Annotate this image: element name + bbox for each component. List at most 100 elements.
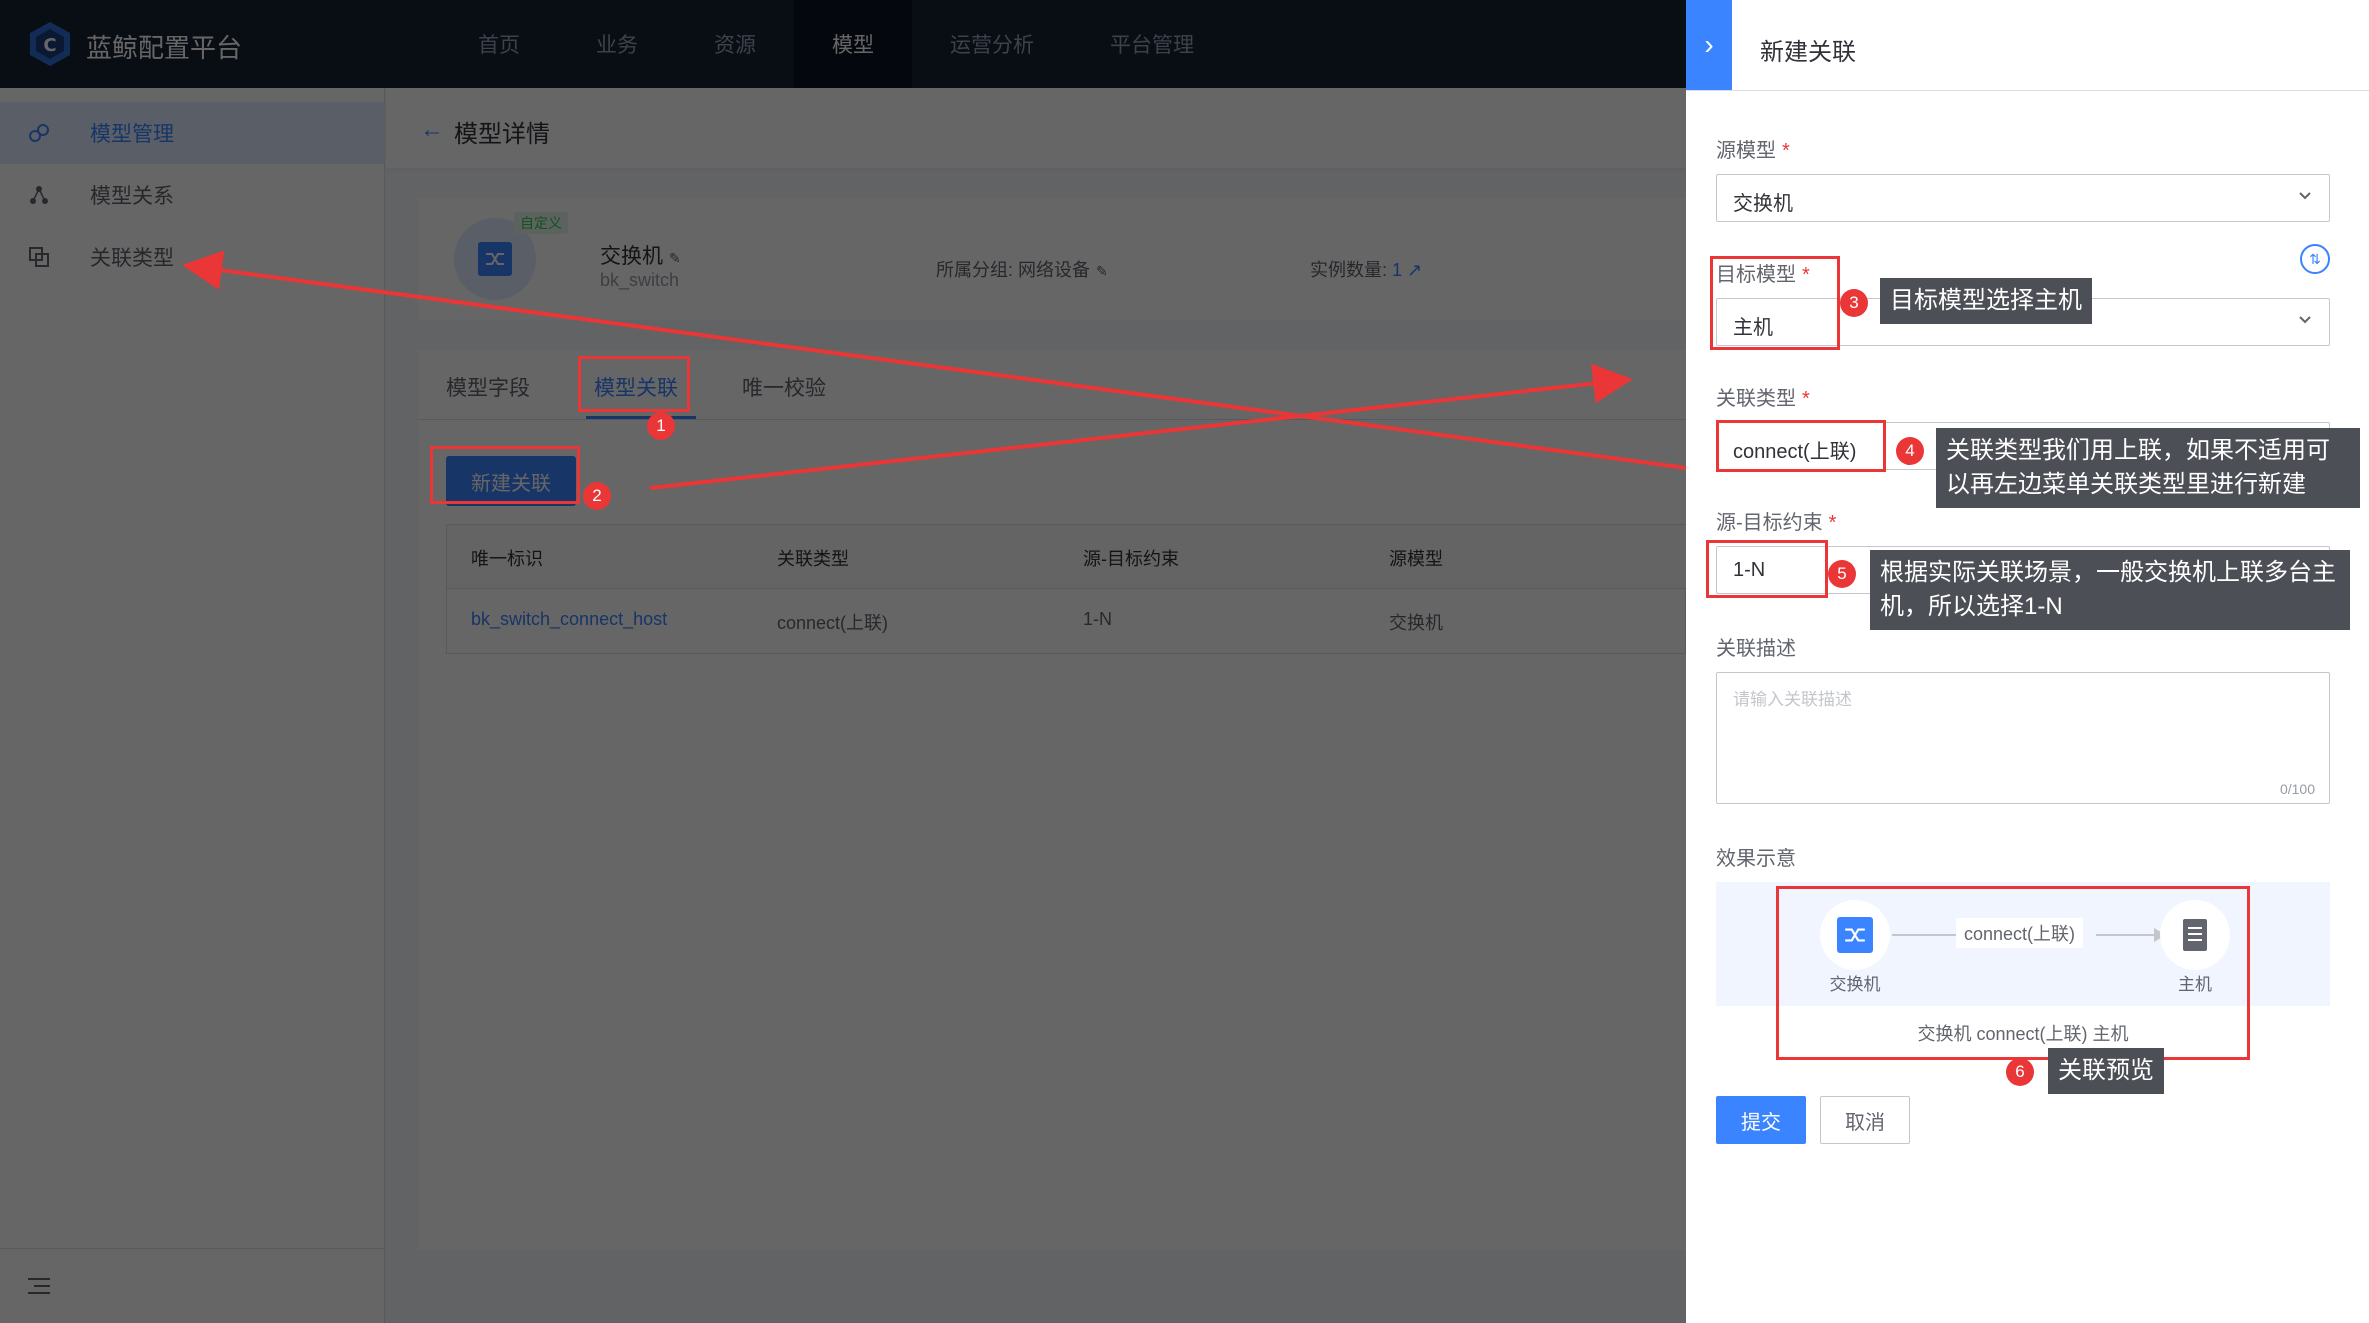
main-content: ← 模型详情 自定义 交换机 ✎ bk_switch 所属分组: 网络设备 ✎ 实例…: [386, 88, 1687, 1323]
tab-model-association[interactable]: 模型关联: [594, 372, 678, 402]
sidebar-item-association-type[interactable]: 关联类型: [0, 226, 385, 288]
sidebar-footer: [0, 1248, 385, 1323]
source-model-value: 交换机: [1733, 193, 1793, 215]
cancel-button[interactable]: 取消: [1820, 1096, 1910, 1144]
collapse-menu-icon[interactable]: [28, 1277, 50, 1295]
nav-analysis[interactable]: 运营分析: [912, 0, 1072, 88]
nav-home[interactable]: 首页: [440, 0, 558, 88]
preview-label: 效果示意: [1716, 848, 1796, 870]
association-table: 唯一标识 关联类型 源-目标约束 源模型 bk_switch_connect_h…: [446, 524, 1687, 654]
target-model-label-text: 目标模型: [1716, 264, 1796, 286]
annotation-tip-4: 关联类型我们用上联，如果不适用可以再左边菜单关联类型里进行新建: [1936, 428, 2360, 508]
tabs: 模型字段 模型关联 唯一校验: [418, 350, 1686, 420]
source-model-label-text: 源模型: [1716, 140, 1776, 162]
model-info-card: 自定义 交换机 ✎ bk_switch 所属分组: 网络设备 ✎ 实例数量: 1 ↗: [418, 198, 1686, 320]
switch-icon: [1837, 917, 1873, 953]
panel-title: 新建关联: [1760, 39, 1856, 66]
group-value: 网络设备: [1018, 260, 1091, 280]
source-model-select[interactable]: 交换机: [1716, 174, 2330, 222]
association-preview: 交换机 connect(上联) 主机: [1716, 882, 2330, 1006]
back-arrow-icon[interactable]: ←: [420, 116, 444, 144]
nav-platform[interactable]: 平台管理: [1072, 0, 1232, 88]
annotation-tip-3: 目标模型选择主机: [1880, 278, 2092, 324]
main-nav: 首页 业务 资源 模型 运营分析 平台管理: [440, 0, 1232, 88]
preview-caption: 交换机 connect(上联) 主机: [1917, 1024, 2129, 1044]
submit-button[interactable]: 提交: [1716, 1096, 1806, 1144]
constraint-label-text: 源-目标约束: [1716, 512, 1823, 534]
model-id: bk_switch: [600, 270, 680, 290]
panel-divider: [1686, 90, 2369, 91]
page-title: 模型详情: [454, 121, 550, 148]
brand-name: 蓝鲸配置平台: [86, 33, 243, 63]
tab-model-fields[interactable]: 模型字段: [446, 372, 530, 402]
sidebar: 模型管理 模型关系 关联类型: [0, 88, 385, 1323]
preview-source-node: [1820, 900, 1890, 970]
sidebar-item-label: 模型管理: [90, 123, 174, 146]
annotation-badge-5: 5: [1828, 560, 1856, 588]
table-cell-source: 交换机: [1389, 613, 1443, 633]
instance-count: 实例数量: 1 ↗: [1310, 256, 1422, 282]
custom-badge: 自定义: [514, 212, 568, 234]
page-header: ← 模型详情: [386, 88, 1686, 168]
chevron-down-icon: [2299, 192, 2311, 200]
nav-business[interactable]: 业务: [558, 0, 676, 88]
preview-source-name: 交换机: [1829, 975, 1881, 994]
tab-card: 模型字段 模型关联 唯一校验 新建关联 唯一标识 关联类型 源-目标约束 源模型…: [418, 350, 1687, 1250]
model-name-text: 交换机: [600, 245, 663, 268]
chevron-down-icon: [2299, 316, 2311, 324]
sidebar-item-label: 模型关系: [90, 185, 174, 208]
table-cell-type: connect(上联): [777, 613, 889, 633]
cmdb-logo-icon: C: [30, 22, 70, 66]
column-header: 源模型: [1389, 549, 1443, 569]
group-label: 所属分组:: [936, 260, 1014, 280]
preview-relation: connect(上联): [1956, 918, 2084, 948]
preview-target-node: [2160, 900, 2230, 970]
table-header: 唯一标识 关联类型 源-目标约束 源模型: [447, 525, 1687, 589]
swap-icon[interactable]: ⇅: [2300, 244, 2330, 274]
preview-line: [2096, 934, 2158, 936]
sidebar-item-model-relation[interactable]: 模型关系: [0, 164, 385, 226]
annotation-badge-6: 6: [2006, 1058, 2034, 1086]
sidebar-item-label: 关联类型: [90, 247, 174, 270]
required-mark: *: [1782, 140, 1790, 162]
svg-text:C: C: [43, 35, 56, 56]
host-icon: [2183, 919, 2207, 951]
annotation-badge-4: 4: [1896, 437, 1924, 465]
annotation-badge-2: 2: [583, 482, 611, 510]
annotation-badge-3: 3: [1840, 289, 1868, 317]
preview-target-name: 主机: [2178, 975, 2212, 994]
nav-model[interactable]: 模型: [794, 0, 912, 88]
annotation-tip-5: 根据实际关联场景，一般交换机上联多台主机，所以选择1-N: [1870, 550, 2350, 630]
column-header: 关联类型: [777, 549, 849, 569]
new-association-panel: › 新建关联 源模型 * 交换机 ⇅ 目标模型 * 主机 关联类型 * connect…: [1686, 0, 2369, 1323]
constraint-value: 1-N: [1733, 559, 1766, 581]
new-association-button[interactable]: 新建关联: [446, 456, 576, 506]
sidebar-item-model-management[interactable]: 模型管理: [0, 102, 385, 164]
description-placeholder: 请输入关联描述: [1733, 690, 1852, 709]
description-label: 关联描述: [1716, 638, 1796, 660]
required-mark: *: [1802, 388, 1810, 410]
external-link-icon[interactable]: ↗: [1407, 260, 1422, 280]
target-model-label: 目标模型 *: [1716, 258, 1810, 287]
association-type-label: 关联类型 *: [1716, 382, 1810, 411]
association-type-value: connect(上联): [1733, 441, 1857, 463]
panel-collapse-icon[interactable]: ›: [1686, 0, 1732, 90]
description-textarea[interactable]: 请输入关联描述 0/100: [1716, 672, 2330, 804]
constraint-label: 源-目标约束 *: [1716, 506, 1836, 535]
edit-icon[interactable]: ✎: [669, 250, 681, 266]
association-type-icon: [29, 247, 49, 267]
description-counter: 0/100: [2279, 781, 2315, 797]
table-cell-id[interactable]: bk_switch_connect_host: [471, 609, 667, 630]
annotation-badge-1: 1: [647, 412, 675, 440]
preview-line: [1892, 934, 1956, 936]
model-management-icon: [29, 124, 49, 142]
tab-unique-check[interactable]: 唯一校验: [742, 372, 826, 402]
annotation-tip-6: 关联预览: [2048, 1048, 2164, 1094]
edit-icon[interactable]: ✎: [1096, 263, 1108, 279]
model-relation-icon: [30, 186, 48, 204]
column-header: 源-目标约束: [1083, 549, 1179, 569]
switch-icon: [478, 242, 512, 276]
instance-value[interactable]: 1: [1392, 260, 1402, 280]
nav-resource[interactable]: 资源: [676, 0, 794, 88]
column-header: 唯一标识: [471, 549, 543, 569]
